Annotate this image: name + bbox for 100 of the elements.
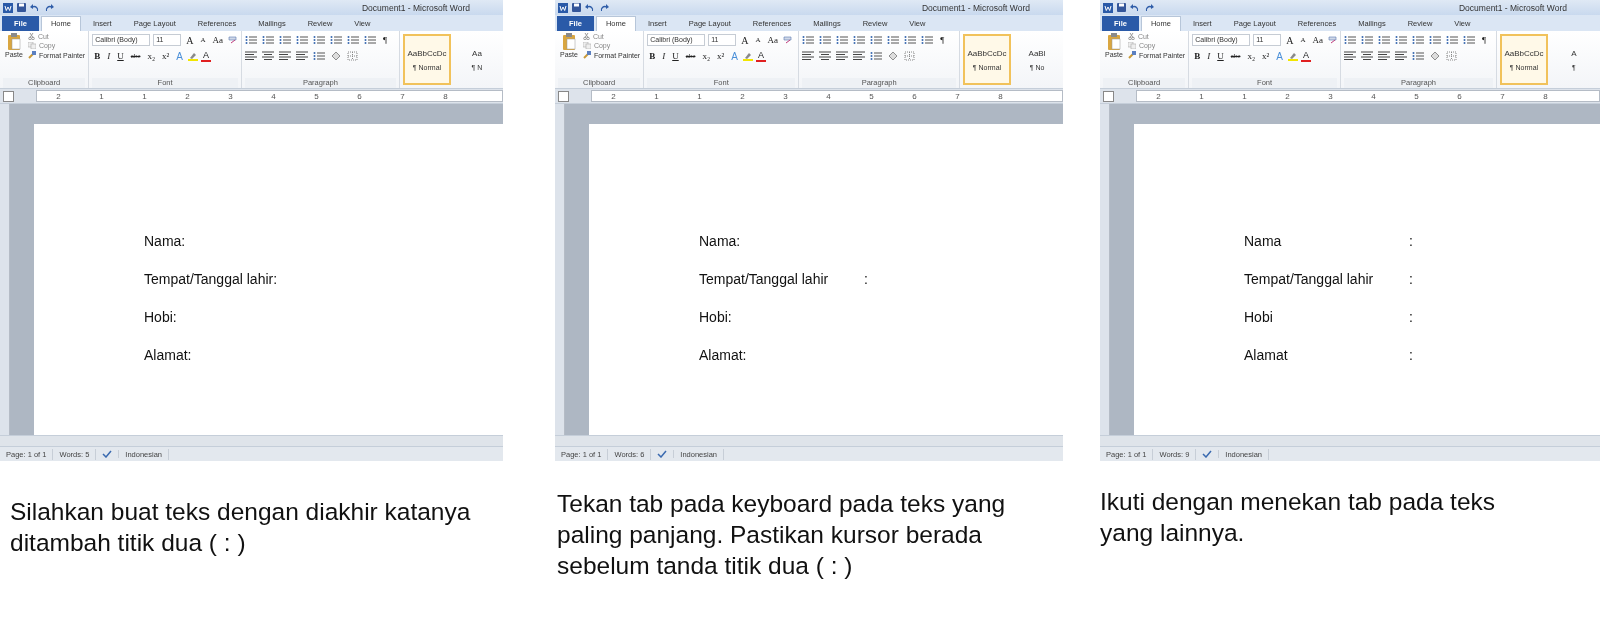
italic-button[interactable]: I [1205,51,1213,61]
clear-formatting-icon[interactable] [783,36,792,44]
ruler-number: 5 [1413,91,1420,101]
format-button[interactable]: x² [715,51,727,61]
ruler-number: 4 [1370,91,1377,101]
highlighter-icon[interactable] [1287,51,1298,61]
ruler-number: 7 [399,91,406,101]
bullets-icon[interactable] [802,35,815,45]
format-button[interactable]: x₂ [1245,51,1258,61]
document-text: : [1409,233,1413,249]
align-center-icon[interactable] [1361,51,1373,61]
proofing-check-icon[interactable] [657,450,668,458]
align-center-icon[interactable] [261,51,274,61]
font-color-button[interactable]: A [1300,50,1311,62]
font-color-button[interactable]: A [200,50,211,62]
save-icon[interactable] [17,3,26,12]
underline-button[interactable]: U [115,51,126,61]
borders-icon[interactable] [904,51,917,61]
word-logo-icon[interactable] [3,2,13,13]
ruler-number: 3 [227,91,234,101]
horizontal-scrollbar[interactable] [1100,435,1600,447]
word-logo-icon[interactable] [558,2,568,13]
ruler-number: 4 [825,91,832,101]
align-left-icon[interactable] [802,51,815,61]
document-text: Tempat/Tanggal lahir: [144,271,278,287]
document-text: : [1409,347,1413,363]
undo-icon[interactable] [585,3,595,12]
caption-text: Ikuti dengan menekan tab pada teks yang lainnya. [1100,487,1496,548]
font-color-button[interactable]: A [755,50,766,62]
justify-icon[interactable] [853,51,866,61]
align-right-icon[interactable] [836,51,849,61]
change-case-button[interactable]: Aa [765,35,780,45]
change-case-button[interactable]: Aa [1310,35,1325,45]
grow-font-button[interactable]: A [184,34,196,46]
save-icon[interactable] [1117,3,1126,12]
redo-icon[interactable] [44,3,54,12]
change-case-button[interactable]: Aa [210,35,225,45]
window-title: Document1 - Microsoft Word [922,2,1030,13]
clipboard-icon [561,33,576,50]
justify-icon[interactable] [1395,51,1407,61]
grow-font-button[interactable]: A [1284,34,1296,46]
borders-icon[interactable] [346,51,359,61]
ruler-number: 8 [997,91,1004,101]
tab-selector[interactable] [558,90,569,102]
bold-button[interactable]: B [92,51,103,61]
tab-selector[interactable] [1103,90,1114,102]
horizontal-scrollbar[interactable] [0,435,503,447]
align-right-icon[interactable] [1378,51,1390,61]
justify-icon[interactable] [295,51,308,61]
format-button[interactable]: x² [1260,51,1272,61]
horizontal-scrollbar[interactable] [555,435,1063,447]
italic-button[interactable]: I [105,51,113,61]
redo-icon[interactable] [1144,3,1154,12]
paintbrush-icon [27,51,36,59]
bullets-icon[interactable] [1344,35,1356,45]
document-text: Nama: [144,233,186,249]
clear-formatting-icon[interactable] [1328,36,1337,44]
clear-formatting-icon[interactable] [228,36,237,44]
highlighter-icon[interactable] [742,51,753,61]
undo-icon[interactable] [30,3,40,12]
borders-icon[interactable] [1446,51,1458,61]
proofing-check-icon[interactable] [102,450,113,458]
save-icon[interactable] [572,3,581,12]
ruler-number: 5 [868,91,875,101]
document-text: Hobi: [144,309,177,325]
paintbrush-icon [1127,51,1136,59]
copy-icon [582,42,591,49]
italic-button[interactable]: I [660,51,668,61]
underline-button[interactable]: U [670,51,681,61]
redo-icon[interactable] [599,3,609,12]
ruler-number: 2 [610,91,617,101]
word-logo-icon[interactable] [1103,2,1113,13]
proofing-check-icon[interactable] [1202,450,1213,458]
bold-button[interactable]: B [1192,51,1203,61]
format-button[interactable]: x₂ [145,51,158,61]
highlighter-icon[interactable] [187,51,198,61]
tab-selector[interactable] [3,90,14,102]
grow-font-button[interactable]: A [739,34,751,46]
format-button[interactable]: x² [160,51,172,61]
ruler-number: 4 [270,91,277,101]
bullets-icon[interactable] [244,35,257,45]
align-right-icon[interactable] [278,51,291,61]
style-preview: AaBl [1028,48,1046,58]
show-marks-button[interactable]: ¶ [380,35,389,45]
format-button[interactable]: x₂ [700,51,713,61]
align-left-icon[interactable] [244,51,257,61]
show-marks-button[interactable]: ¶ [938,35,947,45]
style-preview: A [1571,48,1577,58]
bold-button[interactable]: B [647,51,658,61]
undo-icon[interactable] [1130,3,1140,12]
underline-button[interactable]: U [1215,51,1226,61]
ruler-number: 6 [911,91,918,101]
show-marks-button[interactable]: ¶ [1480,35,1489,45]
ruler-number: 1 [653,91,660,101]
ruler-number: 1 [98,91,105,101]
document-text: Alamat: [699,347,747,363]
align-left-icon[interactable] [1344,51,1356,61]
clipboard-icon [1106,33,1121,50]
scissors-icon [582,33,590,40]
align-center-icon[interactable] [819,51,832,61]
